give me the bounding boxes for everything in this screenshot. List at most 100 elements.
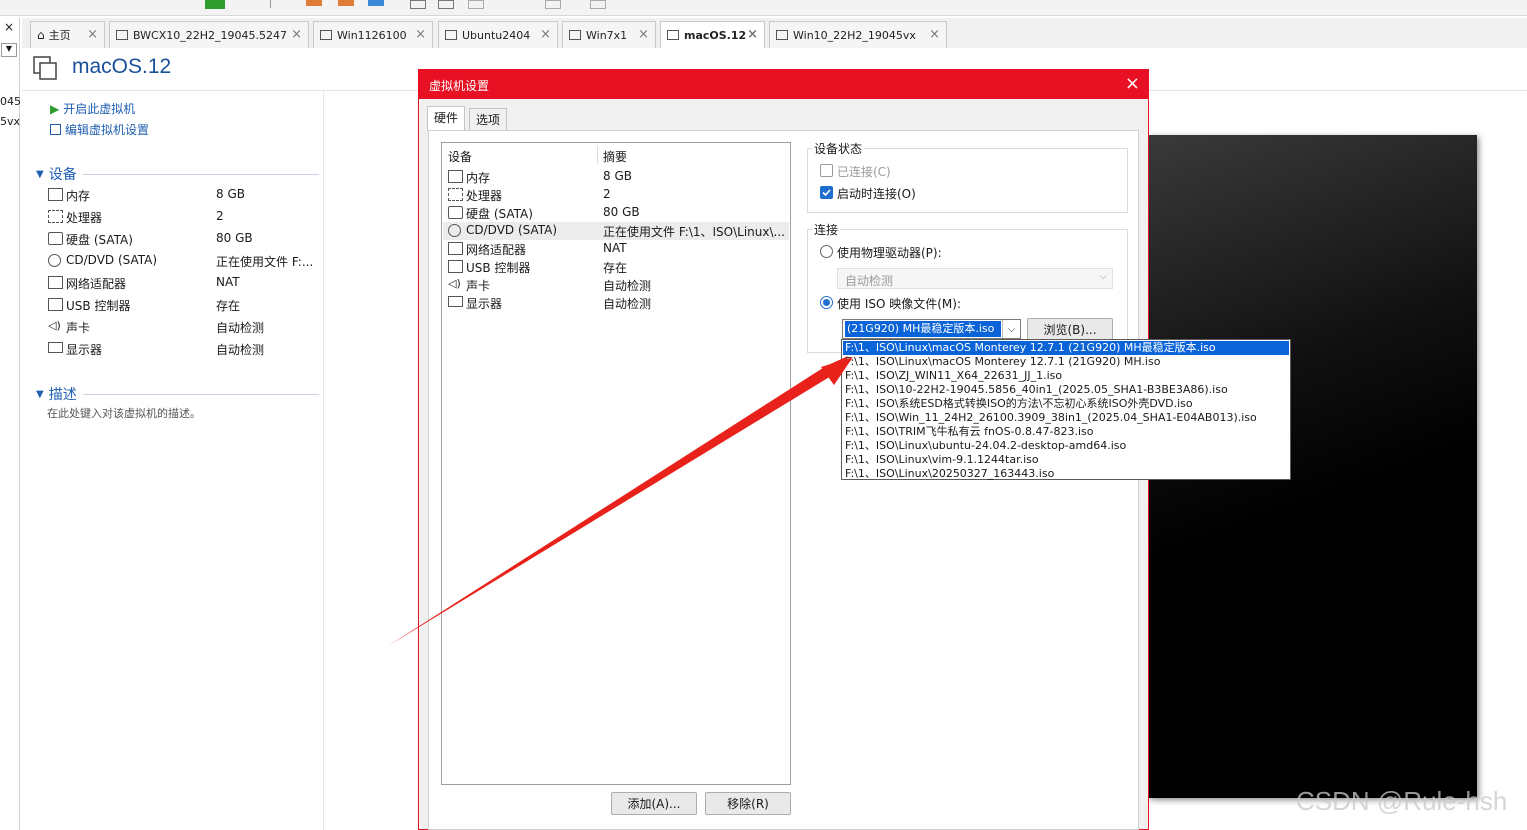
iso-path-input[interactable]: (21G920) MH最稳定版本.iso	[845, 321, 1001, 337]
device-row-disk[interactable]: 硬盘 (SATA) 80 GB	[48, 229, 318, 249]
edit-settings-link[interactable]: 编辑虚拟机设置	[50, 121, 149, 138]
dropdown-option[interactable]: F:\1、ISO\Linux\ubuntu-24.04.2-desktop-am…	[843, 439, 1289, 453]
hardware-row-disk[interactable]: 硬盘 (SATA) 80 GB	[443, 204, 789, 222]
column-separator[interactable]	[597, 146, 598, 164]
chevron-down-icon[interactable]: ▼	[1, 43, 17, 57]
device-name: 声卡	[66, 321, 91, 335]
column-header-summary[interactable]: 摘要	[603, 148, 627, 165]
tab-vm[interactable]: Win1126100 ×	[313, 21, 433, 48]
hardware-summary: 8 GB	[603, 169, 632, 183]
description-field[interactable]: 在此处键入对该虚拟机的描述。	[47, 405, 201, 421]
dropdown-option[interactable]: F:\1、ISO\TRIM飞牛私有云 fnOS-0.8.47-823.iso	[843, 425, 1289, 439]
close-icon[interactable]: ×	[638, 27, 649, 42]
console-icon[interactable]	[545, 0, 561, 9]
play-icon[interactable]	[205, 0, 225, 9]
hardware-row-memory[interactable]: 内存 8 GB	[443, 168, 789, 186]
hardware-row-display[interactable]: 显示器 自动检测	[443, 294, 789, 312]
iso-path-combobox[interactable]: (21G920) MH最稳定版本.iso ⌵	[842, 319, 1021, 339]
tab-vm[interactable]: Win10_22H2_19045vx ×	[769, 21, 947, 48]
physical-drive-select[interactable]: 自动检测 ⌵	[837, 268, 1113, 289]
device-row-network[interactable]: 网络适配器 NAT	[48, 273, 318, 293]
hardware-row-sound[interactable]: ◁) 声卡 自动检测	[443, 276, 789, 294]
tab-vm[interactable]: BWCX10_22H2_19045.5247 ×	[109, 21, 309, 48]
close-icon[interactable]: ×	[415, 27, 426, 42]
hardware-list[interactable]: 设备 摘要 内存 8 GB 处理器 2 硬盘 (SATA) 80 GB CD/D…	[441, 142, 791, 785]
tab-bar: ⌂ 主页 × BWCX10_22H2_19045.5247 × Win11261…	[22, 18, 1527, 48]
dropdown-option[interactable]: F:\1、ISO\Linux\20250327_163443.iso	[843, 467, 1289, 481]
close-icon[interactable]: ×	[4, 20, 14, 34]
vm-icon	[320, 30, 332, 40]
library-item-label[interactable]: 045	[0, 95, 21, 108]
device-value: 8 GB	[216, 187, 245, 201]
chevron-down-icon[interactable]: ⌵	[1002, 320, 1020, 338]
fullscreen-icon[interactable]	[438, 0, 454, 9]
connect-at-power-on-checkbox[interactable]	[820, 186, 833, 199]
tab-vm[interactable]: Ubuntu2404 ×	[438, 21, 558, 48]
dialog-titlebar[interactable]: 虚拟机设置 ×	[419, 70, 1148, 99]
hardware-name: CD/DVD (SATA)	[466, 223, 558, 237]
close-icon[interactable]: ×	[929, 27, 940, 42]
snapshot-icon[interactable]	[306, 0, 322, 6]
power-on-label: 开启此虚拟机	[63, 102, 136, 116]
disk-icon	[48, 232, 63, 245]
view-icon[interactable]	[410, 0, 426, 9]
description-section-header[interactable]: ▼ 描述	[36, 384, 319, 404]
browse-button[interactable]: 浏览(B)...	[1027, 318, 1113, 341]
add-button[interactable]: 添加(A)...	[611, 792, 697, 815]
hardware-summary: 80 GB	[603, 205, 640, 219]
checkmark-icon	[822, 189, 831, 197]
connected-checkbox[interactable]	[820, 164, 833, 177]
hardware-row-cd-selected[interactable]: CD/DVD (SATA) 正在使用文件 F:\1、ISO\Linux\...	[443, 222, 789, 240]
section-title: 描述	[48, 387, 77, 403]
close-icon[interactable]: ×	[87, 27, 98, 42]
device-row-sound[interactable]: ◁) 声卡 自动检测	[48, 317, 318, 337]
vm-icon	[116, 30, 128, 40]
device-value: 自动检测	[216, 343, 265, 357]
stretch-icon[interactable]	[590, 0, 606, 9]
tab-vm-active[interactable]: macOS.12 ×	[660, 21, 765, 48]
dropdown-option[interactable]: F:\1、ISO\Win_11_24H2_26100.3909_38in1_(2…	[843, 411, 1289, 425]
device-row-cpu[interactable]: 处理器 2	[48, 207, 318, 227]
close-icon[interactable]: ×	[1125, 73, 1140, 94]
column-header-device[interactable]: 设备	[448, 148, 472, 165]
hardware-row-cpu[interactable]: 处理器 2	[443, 186, 789, 204]
tab-vm[interactable]: Win7x1 ×	[562, 21, 656, 48]
close-icon[interactable]: ×	[291, 27, 302, 42]
dropdown-option[interactable]: F:\1、ISO\10-22H2-19045.5856_40in1_(2025.…	[843, 383, 1289, 397]
physical-drive-radio[interactable]	[820, 245, 833, 258]
device-row-display[interactable]: 显示器 自动检测	[48, 339, 318, 359]
revert-icon[interactable]	[338, 0, 354, 6]
device-name: 硬盘 (SATA)	[66, 233, 133, 247]
network-icon	[448, 242, 463, 255]
manage-snapshots-icon[interactable]	[368, 0, 384, 6]
hardware-summary: 存在	[603, 261, 628, 275]
library-panel-stub: × ▼ 045 5vx	[0, 18, 21, 830]
toolbar-separator	[270, 0, 286, 8]
vm-icon	[33, 56, 57, 80]
dropdown-option[interactable]: F:\1、ISO\Linux\vim-9.1.1244tar.iso	[843, 453, 1289, 467]
iso-image-radio[interactable]	[820, 296, 833, 309]
hardware-row-network[interactable]: 网络适配器 NAT	[443, 240, 789, 258]
device-row-memory[interactable]: 内存 8 GB	[48, 185, 318, 205]
close-icon[interactable]: ×	[747, 27, 758, 42]
library-item-label[interactable]: 5vx	[0, 115, 20, 128]
hardware-row-usb[interactable]: USB 控制器 存在	[443, 258, 789, 276]
dropdown-option[interactable]: F:\1、ISO\系统ESD格式转换ISO的方法\不忘初心系统ISO外壳DVD.…	[843, 397, 1289, 411]
dropdown-option-selected[interactable]: F:\1、ISO\Linux\macOS Monterey 12.7.1 (21…	[843, 341, 1289, 355]
network-icon	[48, 276, 63, 289]
close-icon[interactable]: ×	[540, 27, 551, 42]
iso-history-dropdown[interactable]: F:\1、ISO\Linux\macOS Monterey 12.7.1 (21…	[841, 339, 1291, 480]
dropdown-option[interactable]: F:\1、ISO\Linux\macOS Monterey 12.7.1 (21…	[843, 355, 1289, 369]
tab-home[interactable]: ⌂ 主页 ×	[30, 21, 105, 48]
hardware-name: 硬盘 (SATA)	[466, 207, 533, 221]
power-on-link[interactable]: ▶ 开启此虚拟机	[50, 100, 135, 117]
unity-icon[interactable]	[468, 0, 484, 9]
cpu-icon	[448, 188, 463, 201]
tab-hardware[interactable]: 硬件	[427, 106, 466, 131]
tab-options[interactable]: 选项	[469, 108, 508, 130]
device-row-usb[interactable]: USB 控制器 存在	[48, 295, 318, 315]
devices-section-header[interactable]: ▼ 设备	[36, 164, 319, 184]
device-row-cd[interactable]: CD/DVD (SATA) 正在使用文件 F:...	[48, 251, 318, 271]
remove-button[interactable]: 移除(R)	[705, 792, 791, 815]
dropdown-option[interactable]: F:\1、ISO\ZJ_WIN11_X64_22631_JJ_1.iso	[843, 369, 1289, 383]
